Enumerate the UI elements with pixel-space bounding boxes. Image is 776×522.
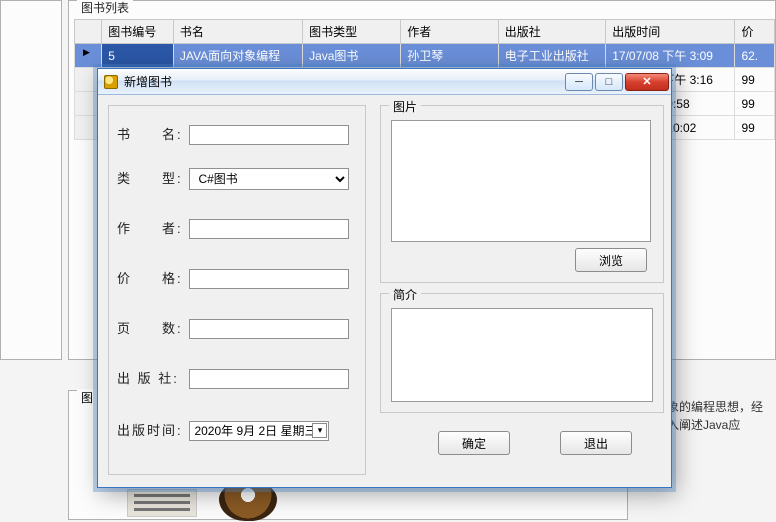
table-header-row: 图书编号 书名 图书类型 作者 出版社 出版时间 价 <box>75 20 775 44</box>
col-publisher[interactable]: 出版社 <box>498 20 605 44</box>
pages-input[interactable] <box>189 319 349 339</box>
dialog-title: 新增图书 <box>124 73 565 90</box>
minimize-button[interactable]: ─ <box>565 73 593 91</box>
col-type[interactable]: 图书类型 <box>303 20 401 44</box>
dialog-app-icon <box>104 75 118 89</box>
price-input[interactable] <box>189 269 349 289</box>
picture-group: 图片 浏览 <box>380 105 664 283</box>
label-price: 价 格: <box>117 268 185 287</box>
col-author[interactable]: 作者 <box>401 20 499 44</box>
cell-id: 5 <box>102 44 174 68</box>
summary-group: 简介 <box>380 293 664 413</box>
cell-author: 孙卫琴 <box>401 44 499 68</box>
thumbnail-doc <box>127 489 197 517</box>
dialog-titlebar[interactable]: 新增图书 ─ □ ✕ <box>98 69 671 95</box>
col-name[interactable]: 书名 <box>173 20 302 44</box>
label-author: 作 者: <box>117 218 185 237</box>
label-name: 书 名: <box>117 124 185 143</box>
maximize-button[interactable]: □ <box>595 73 623 91</box>
left-side-panel <box>0 0 62 360</box>
ok-button[interactable]: 确定 <box>438 431 510 455</box>
image-panel-title: 图 <box>77 389 97 406</box>
form-group: 书 名: 类 型: C#图书 作 者: 价 格: 页 数: <box>108 105 366 475</box>
cell-price: 99 <box>735 92 775 116</box>
browse-button[interactable]: 浏览 <box>575 248 647 272</box>
cancel-button[interactable]: 退出 <box>560 431 632 455</box>
type-select[interactable]: C#图书 <box>189 168 349 190</box>
cell-type: Java图书 <box>303 44 401 68</box>
close-button[interactable]: ✕ <box>625 73 669 91</box>
row-indicator-icon <box>75 44 102 68</box>
label-pages: 页 数: <box>117 318 185 337</box>
col-time[interactable]: 出版时间 <box>606 20 735 44</box>
summary-label: 简介 <box>389 286 421 303</box>
add-book-dialog: 新增图书 ─ □ ✕ 书 名: 类 型: C#图书 作 者: 价 格: <box>97 68 672 488</box>
summary-textarea[interactable] <box>391 308 653 402</box>
cell-price: 62. <box>735 44 775 68</box>
table-row[interactable]: 5 JAVA面向对象编程 Java图书 孙卫琴 电子工业出版社 17/07/08… <box>75 44 775 68</box>
col-price[interactable]: 价 <box>735 20 775 44</box>
cell-price: 99 <box>735 68 775 92</box>
book-list-title: 图书列表 <box>77 0 133 16</box>
row-header-blank <box>75 20 102 44</box>
label-type: 类 型: <box>117 168 185 187</box>
calendar-icon[interactable]: ▾ <box>312 423 327 438</box>
col-id[interactable]: 图书编号 <box>102 20 174 44</box>
cell-time: 17/07/08 下午 3:09 <box>606 44 735 68</box>
picture-label: 图片 <box>389 98 421 115</box>
cell-price: 99 <box>735 116 775 140</box>
name-input[interactable] <box>189 125 349 145</box>
pubtime-input[interactable] <box>189 421 329 441</box>
cell-name: JAVA面向对象编程 <box>173 44 302 68</box>
label-pubtime: 出版时间: <box>117 420 185 439</box>
cell-publisher: 电子工业出版社 <box>498 44 605 68</box>
label-publisher: 出 版 社: <box>117 368 185 387</box>
publisher-input[interactable] <box>189 369 349 389</box>
author-input[interactable] <box>189 219 349 239</box>
picture-preview <box>391 120 651 242</box>
